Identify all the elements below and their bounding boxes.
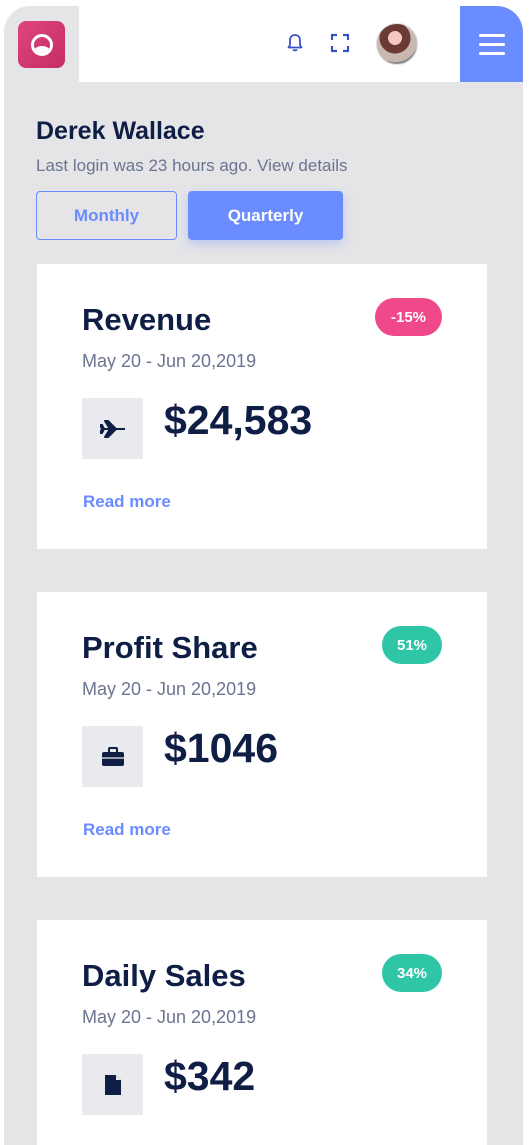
fullscreen-icon[interactable] <box>327 30 353 56</box>
card-icon-box <box>82 1054 143 1115</box>
read-more-link[interactable]: Read more <box>83 820 171 840</box>
user-name: Derek Wallace <box>36 117 205 145</box>
card-title: Profit Share <box>82 630 258 665</box>
daily-sales-card: Daily Sales 34% May 20 - Jun 20,2019 $34… <box>37 920 487 1145</box>
change-badge: -15% <box>375 298 442 336</box>
quarterly-toggle-button[interactable]: Quarterly <box>188 191 343 240</box>
profit-share-card: Profit Share 51% May 20 - Jun 20,2019 $1… <box>37 592 487 877</box>
revenue-card: Revenue -15% May 20 - Jun 20,2019 $24,58… <box>37 264 487 549</box>
top-bar <box>4 6 523 82</box>
card-icon-box <box>82 398 143 459</box>
card-value: $1046 <box>164 725 279 771</box>
briefcase-icon <box>101 746 124 766</box>
card-date-range: May 20 - Jun 20,2019 <box>82 351 257 371</box>
last-login-text[interactable]: Last login was 23 hours ago. View detail… <box>36 156 348 176</box>
hamburger-menu-button[interactable] <box>460 6 523 82</box>
app-logo-icon[interactable] <box>18 21 65 68</box>
change-badge: 34% <box>382 954 442 992</box>
card-date-range: May 20 - Jun 20,2019 <box>82 1007 257 1027</box>
read-more-link[interactable]: Read more <box>83 492 171 512</box>
bell-icon[interactable] <box>282 30 308 56</box>
card-title: Daily Sales <box>82 958 246 993</box>
card-title: Revenue <box>82 302 212 337</box>
card-value: $24,583 <box>164 397 313 443</box>
card-date-range: May 20 - Jun 20,2019 <box>82 679 257 699</box>
app-screen: Derek Wallace Last login was 23 hours ag… <box>4 6 523 1145</box>
card-icon-box <box>82 726 143 787</box>
document-icon <box>104 1074 121 1095</box>
change-badge: 51% <box>382 626 442 664</box>
card-value: $342 <box>164 1053 256 1099</box>
hamburger-menu-icon <box>478 31 505 58</box>
monthly-toggle-button[interactable]: Monthly <box>36 191 177 240</box>
airplane-icon <box>99 419 125 438</box>
avatar[interactable] <box>376 23 418 65</box>
